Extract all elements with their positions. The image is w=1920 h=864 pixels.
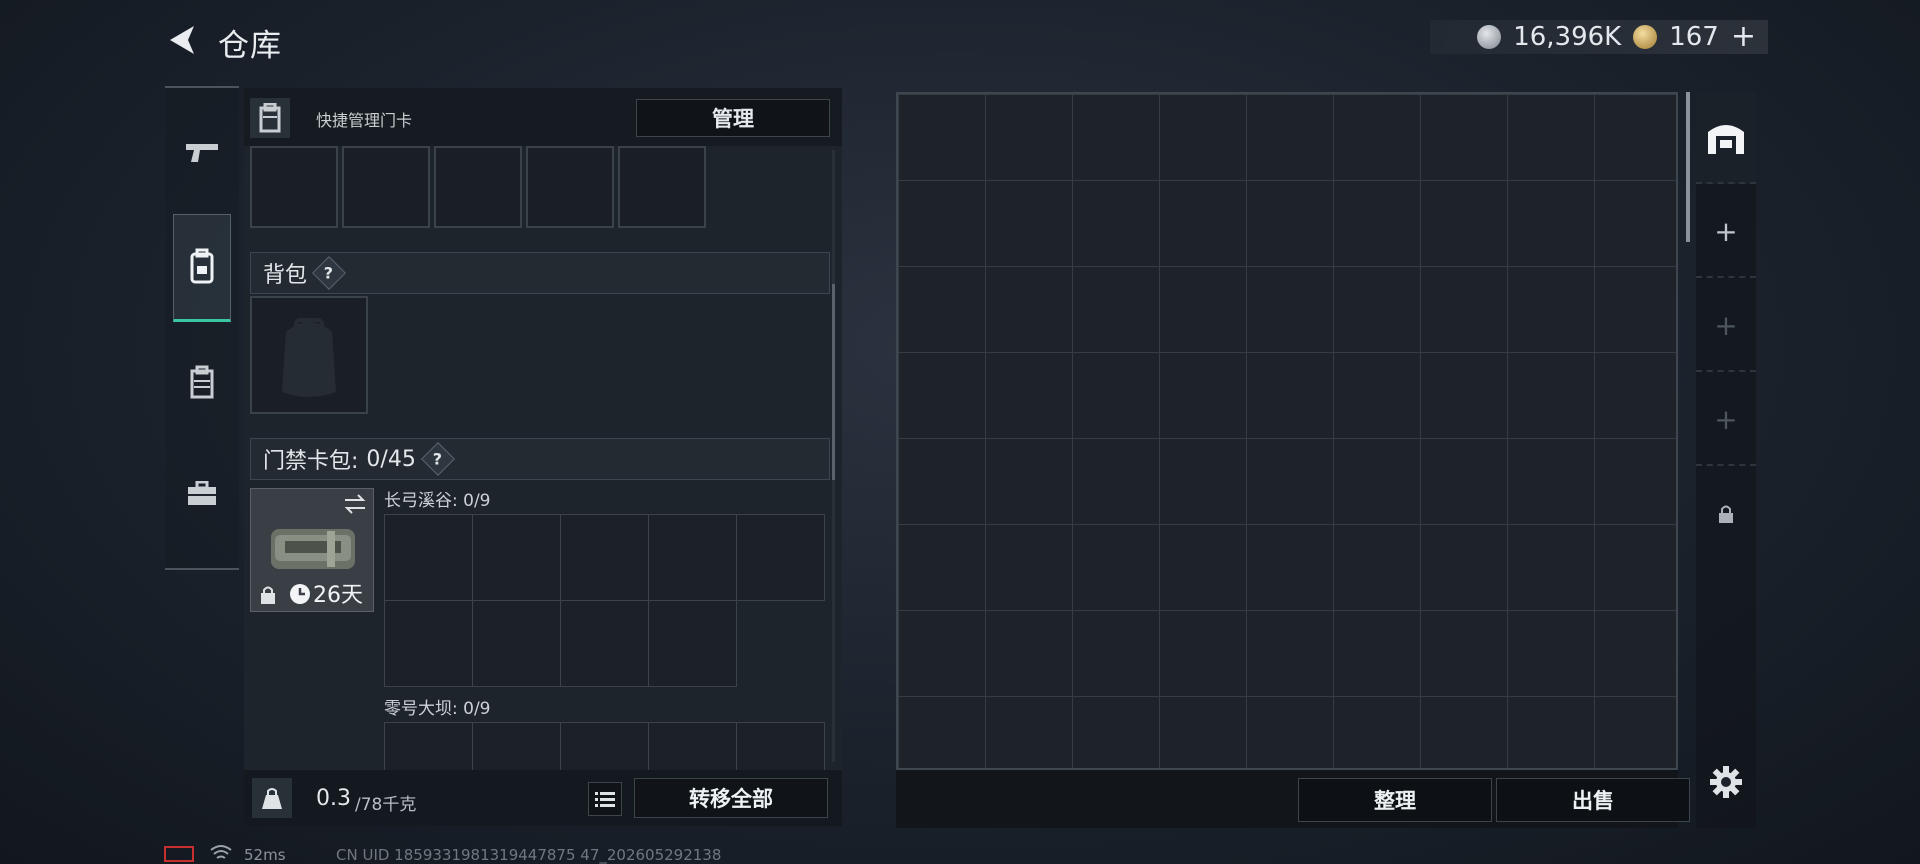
grid-cell[interactable]	[648, 600, 737, 687]
backpack-slot[interactable]	[250, 296, 368, 414]
keycard-case-image	[271, 529, 355, 569]
inventory-panel: 快捷管理门卡 管理 背包 ? 门禁卡包: 0/45 ? 26天 长弓溪谷: 0/…	[244, 88, 842, 826]
category-tools[interactable]	[173, 440, 231, 548]
gear-icon	[1710, 766, 1742, 798]
storage-scroll-thumb[interactable]	[1686, 92, 1690, 242]
weight-icon	[252, 778, 292, 818]
card-slot[interactable]	[526, 146, 614, 228]
keycard-case-item[interactable]: 26天	[250, 488, 374, 612]
battery-icon	[164, 846, 194, 862]
grid-cell[interactable]	[560, 600, 649, 687]
toolbox-icon	[188, 481, 216, 505]
add-storage-tab[interactable]: +	[1696, 186, 1756, 278]
locked-storage-tab[interactable]	[1696, 468, 1756, 560]
gun-icon	[186, 144, 218, 162]
add-currency-button[interactable]: +	[1731, 22, 1756, 52]
category-backpack[interactable]	[173, 214, 231, 322]
grid-cell[interactable]	[648, 722, 737, 770]
grid-cell[interactable]	[384, 514, 473, 601]
warehouse-icon	[1708, 125, 1744, 154]
silver-amount: 16,396K	[1513, 22, 1622, 52]
page-title: 仓库	[218, 28, 282, 64]
weight-current: 0.3	[316, 786, 351, 811]
card-manage-header: 快捷管理门卡 管理	[244, 88, 842, 146]
grid-cell[interactable]	[560, 722, 649, 770]
card-slot[interactable]	[250, 146, 338, 228]
time-left: 26天	[313, 583, 363, 608]
grid-cell[interactable]	[384, 600, 473, 687]
card-slot[interactable]	[434, 146, 522, 228]
grid-cell[interactable]	[472, 514, 561, 601]
inventory-footer: 0.3 /78千克 转移全部	[244, 770, 842, 826]
clock-icon	[290, 584, 310, 604]
keycard-grid-zero-dam	[384, 722, 832, 770]
silver-coin-icon	[1477, 25, 1502, 49]
storage-panel: 整理 出售	[896, 92, 1690, 828]
inventory-scroll-thumb[interactable]	[832, 284, 835, 480]
card-slot[interactable]	[342, 146, 430, 228]
weight-max: /78千克	[355, 795, 417, 815]
category-bar	[165, 86, 239, 570]
card-slot[interactable]	[618, 146, 706, 228]
wifi-icon	[210, 845, 232, 859]
storage-footer: 整理 出售	[896, 770, 1690, 828]
gold-coin-icon	[1633, 25, 1658, 49]
transfer-all-button[interactable]: 转移全部	[634, 778, 828, 818]
uid-readout: CN UID 1859331981319447875 47_2026052921…	[336, 846, 722, 864]
back-button[interactable]	[164, 20, 204, 60]
lock-icon	[1719, 505, 1733, 523]
list-view-button[interactable]	[588, 782, 622, 816]
card-manage-label: 快捷管理门卡	[316, 111, 413, 130]
card-box-icon	[250, 98, 290, 138]
storage-tab-main[interactable]	[1696, 92, 1756, 184]
grid-cell[interactable]	[384, 722, 473, 770]
grid-cell[interactable]	[648, 514, 737, 601]
storage-tabs: + + +	[1696, 92, 1756, 828]
manage-button[interactable]: 管理	[636, 99, 830, 137]
category-keycard[interactable]	[173, 328, 231, 436]
grid-cell[interactable]	[472, 722, 561, 770]
list-icon	[595, 792, 615, 807]
keycard-pack-label: 门禁卡包:	[263, 449, 359, 474]
add-storage-tab[interactable]: +	[1696, 280, 1756, 372]
category-weapons[interactable]	[173, 98, 231, 206]
map-label-zero-dam: 零号大坝: 0/9	[384, 699, 491, 719]
keycard-pack-count: 0/45	[366, 446, 416, 472]
backpack-section-header: 背包 ?	[250, 252, 830, 294]
backpack-lock-icon	[190, 248, 214, 284]
sell-button[interactable]: 出售	[1496, 778, 1690, 822]
grid-cell[interactable]	[472, 600, 561, 687]
settings-button[interactable]	[1706, 762, 1746, 802]
backpack-label: 背包	[263, 263, 308, 288]
add-storage-tab[interactable]: +	[1696, 374, 1756, 466]
sort-button[interactable]: 整理	[1298, 778, 1492, 822]
grid-cell[interactable]	[560, 514, 649, 601]
keycard-grid-longbow	[384, 514, 832, 688]
keycard-case-icon	[190, 365, 214, 399]
lock-icon	[261, 586, 275, 604]
gold-amount: 167	[1669, 22, 1719, 52]
help-icon[interactable]: ?	[312, 256, 346, 290]
currency-bar: 16,396K 167 +	[1430, 20, 1768, 54]
ping-readout: 52ms	[244, 846, 286, 864]
grid-cell[interactable]	[736, 722, 825, 770]
back-arrow-icon	[170, 26, 194, 54]
map-label-longbow: 长弓溪谷: 0/9	[384, 491, 491, 511]
help-icon[interactable]: ?	[420, 442, 455, 476]
grid-cell[interactable]	[736, 514, 825, 601]
storage-grid[interactable]	[896, 92, 1678, 770]
keycard-pack-header: 门禁卡包: 0/45 ?	[250, 438, 830, 480]
backpack-placeholder-icon	[282, 318, 336, 397]
swap-icon[interactable]	[343, 493, 367, 515]
